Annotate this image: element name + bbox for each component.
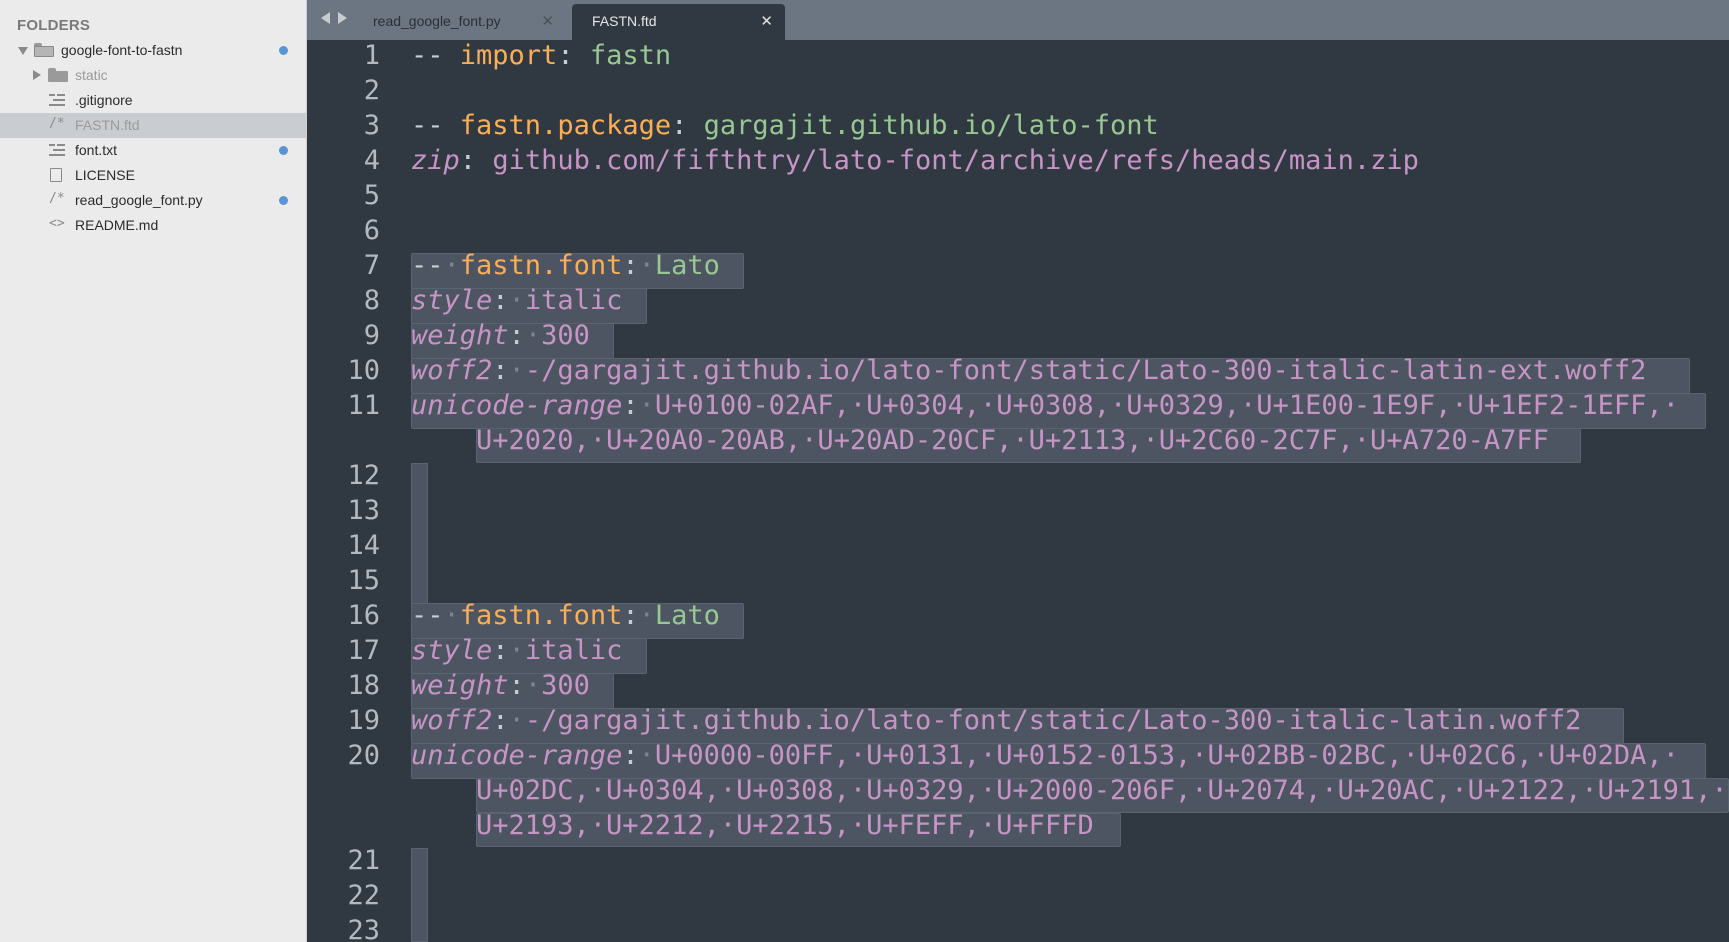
disclosure-open-icon[interactable] <box>18 47 28 55</box>
line-number: 23 <box>347 915 380 942</box>
folder-icon <box>48 68 68 82</box>
sidebar-item-gitignore[interactable]: .gitignore <box>0 88 306 113</box>
modified-dot-icon <box>279 46 288 55</box>
selection-highlight <box>411 848 428 942</box>
line-number: 9 <box>363 320 380 351</box>
sidebar-item-static[interactable]: static <box>0 63 306 88</box>
line-number: 6 <box>363 215 380 246</box>
line-number: 11 <box>347 390 380 421</box>
sidebar-item-label: README.md <box>75 217 159 233</box>
code-line: zip: github.com/fifthtry/lato-font/archi… <box>411 145 1419 176</box>
text-lines-icon <box>49 94 65 106</box>
line-number: 7 <box>363 250 380 281</box>
folders-header: FOLDERS <box>17 17 91 34</box>
code-line-wrap: U+02DC,·U+0304,·U+0308,·U+0329,·U+2000-2… <box>476 775 1728 806</box>
line-number: 20 <box>347 740 380 771</box>
sidebar-item-label: FASTN.ftd <box>75 117 140 133</box>
sidebar-item-readme[interactable]: <> README.md <box>0 213 306 238</box>
line-number: 10 <box>347 355 380 386</box>
code-line: unicode-range:·U+0100-02AF,·U+0304,·U+03… <box>411 390 1679 421</box>
tab-label: read_google_font.py <box>373 13 501 29</box>
line-number: 14 <box>347 530 380 561</box>
code-comment-icon: /* <box>49 191 65 206</box>
document-icon <box>50 168 62 182</box>
code-line: --·fastn.font:·Lato <box>411 250 720 281</box>
line-number: 18 <box>347 670 380 701</box>
tab-fastn-ftd[interactable]: FASTN.ftd ✕ <box>572 4 785 40</box>
line-number: 4 <box>363 145 380 176</box>
sidebar-item-read-google-font[interactable]: /* read_google_font.py <box>0 188 306 213</box>
sidebar-item-fastn-ftd[interactable]: /* FASTN.ftd <box>0 113 306 138</box>
code-line-wrap: U+2193,·U+2212,·U+2215,·U+FEFF,·U+FFFD <box>476 810 1094 841</box>
tab-label: FASTN.ftd <box>592 13 657 29</box>
markup-icon: <> <box>49 216 65 231</box>
modified-dot-icon <box>279 146 288 155</box>
code-line: style:·italic <box>411 285 623 316</box>
code-editor[interactable]: 1 2 3 4 5 6 7 8 9 10 11 12 13 14 15 16 1… <box>307 40 1729 942</box>
sidebar-item-label: LICENSE <box>75 167 135 183</box>
modified-dot-icon <box>279 196 288 205</box>
close-icon[interactable]: ✕ <box>760 12 773 30</box>
code-line: weight:·300 <box>411 670 590 701</box>
line-number: 22 <box>347 880 380 911</box>
line-number: 5 <box>363 180 380 211</box>
code-line: woff2:·-/gargajit.github.io/lato-font/st… <box>411 355 1647 386</box>
sidebar-item-label: static <box>75 67 108 83</box>
text-lines-icon <box>49 144 65 156</box>
line-number: 15 <box>347 565 380 596</box>
sidebar-item-font-txt[interactable]: font.txt <box>0 138 306 163</box>
sidebar: FOLDERS google-font-to-fastn static .git… <box>0 0 307 942</box>
tab-read-google-font[interactable]: read_google_font.py ✕ <box>353 4 566 40</box>
close-icon[interactable]: ✕ <box>541 12 554 30</box>
code-line: style:·italic <box>411 635 623 666</box>
folder-open-icon <box>34 43 54 57</box>
line-number: 19 <box>347 705 380 736</box>
code-line: -- import: fastn <box>411 40 672 71</box>
root-folder-label: google-font-to-fastn <box>61 42 183 58</box>
line-number: 13 <box>347 495 380 526</box>
code-line: unicode-range:·U+0000-00FF,·U+0131,·U+01… <box>411 740 1679 771</box>
code-line-wrap: U+2020,·U+20A0-20AB,·U+20AD-20CF,·U+2113… <box>476 425 1549 456</box>
line-number: 21 <box>347 845 380 876</box>
code-line: woff2:·-/gargajit.github.io/lato-font/st… <box>411 705 1582 736</box>
tab-prev-icon[interactable] <box>321 12 330 24</box>
line-number: 8 <box>363 285 380 316</box>
line-number: 1 <box>363 40 380 71</box>
sidebar-item-license[interactable]: LICENSE <box>0 163 306 188</box>
code-comment-icon: /* <box>49 116 65 131</box>
tab-next-icon[interactable] <box>338 12 347 24</box>
disclosure-closed-icon[interactable] <box>33 70 41 80</box>
sidebar-item-label: .gitignore <box>75 92 133 108</box>
sidebar-item-label: read_google_font.py <box>75 192 203 208</box>
line-number: 16 <box>347 600 380 631</box>
tab-bar: read_google_font.py ✕ FASTN.ftd ✕ <box>307 0 1729 40</box>
sidebar-root-folder[interactable]: google-font-to-fastn <box>0 38 306 63</box>
line-number: 2 <box>363 75 380 106</box>
code-line: --·fastn.font:·Lato <box>411 600 720 631</box>
sidebar-item-label: font.txt <box>75 142 118 158</box>
code-line: -- fastn.package: gargajit.github.io/lat… <box>411 110 1159 141</box>
line-number: 3 <box>363 110 380 141</box>
line-number: 17 <box>347 635 380 666</box>
code-line: weight:·300 <box>411 320 590 351</box>
line-number: 12 <box>347 460 380 491</box>
selection-highlight <box>411 463 428 606</box>
